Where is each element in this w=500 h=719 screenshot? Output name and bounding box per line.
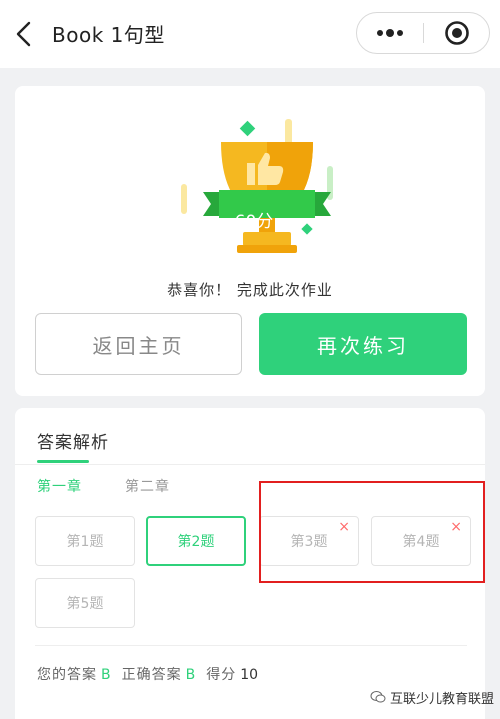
section-title: 答案解析 bbox=[37, 433, 109, 453]
score-label-text: 得分 bbox=[206, 667, 237, 683]
page-title: Book 1句型 bbox=[52, 23, 165, 47]
score-label: 60分 bbox=[234, 212, 274, 232]
question-label: 第2题 bbox=[177, 534, 215, 550]
question-2-button[interactable]: 第2题 bbox=[146, 516, 246, 566]
section-divider bbox=[15, 464, 485, 465]
answer-summary: 您的答案 B 正确答案 B 得分 10 bbox=[37, 664, 258, 684]
question-5-button[interactable]: 第5题 bbox=[35, 578, 135, 628]
mini-program-capsule bbox=[356, 12, 490, 54]
tab-chapter-1[interactable]: 第一章 bbox=[37, 476, 82, 496]
your-answer-label: 您的答案 bbox=[37, 667, 97, 683]
back-arrow-icon[interactable] bbox=[10, 16, 38, 52]
wechat-icon bbox=[370, 691, 386, 703]
answer-divider bbox=[35, 645, 467, 646]
target-icon[interactable] bbox=[424, 13, 490, 53]
practice-again-button[interactable]: 再次练习 bbox=[259, 313, 467, 375]
trophy-icon bbox=[181, 119, 333, 253]
top-bar: Book 1句型 bbox=[0, 0, 500, 68]
correct-answer-value: B bbox=[185, 667, 197, 683]
section-underline bbox=[37, 460, 89, 463]
score-value: 10 bbox=[240, 667, 259, 683]
question-1-button[interactable]: 第1题 bbox=[35, 516, 135, 566]
red-highlight-box bbox=[259, 481, 485, 583]
watermark-text: 互联少儿教育联盟 bbox=[390, 691, 495, 707]
return-home-button[interactable]: 返回主页 bbox=[35, 313, 242, 375]
question-label: 第5题 bbox=[66, 596, 104, 612]
result-card: 60分 恭喜你！ 完成此次作业 返回主页 再次练习 bbox=[15, 86, 485, 396]
correct-answer-label: 正确答案 bbox=[121, 667, 182, 683]
your-answer-value: B bbox=[101, 667, 112, 683]
watermark: 互联少儿教育联盟 bbox=[370, 686, 494, 708]
tab-chapter-2[interactable]: 第二章 bbox=[125, 476, 170, 496]
congrats-message: 恭喜你！ 完成此次作业 bbox=[167, 281, 333, 299]
more-icon[interactable] bbox=[357, 13, 423, 53]
question-label: 第1题 bbox=[66, 534, 104, 550]
answer-analysis-card: 答案解析 第一章 第二章 第1题 第2题 第3题 × 第4题 × 第5题 您的答… bbox=[15, 408, 485, 719]
